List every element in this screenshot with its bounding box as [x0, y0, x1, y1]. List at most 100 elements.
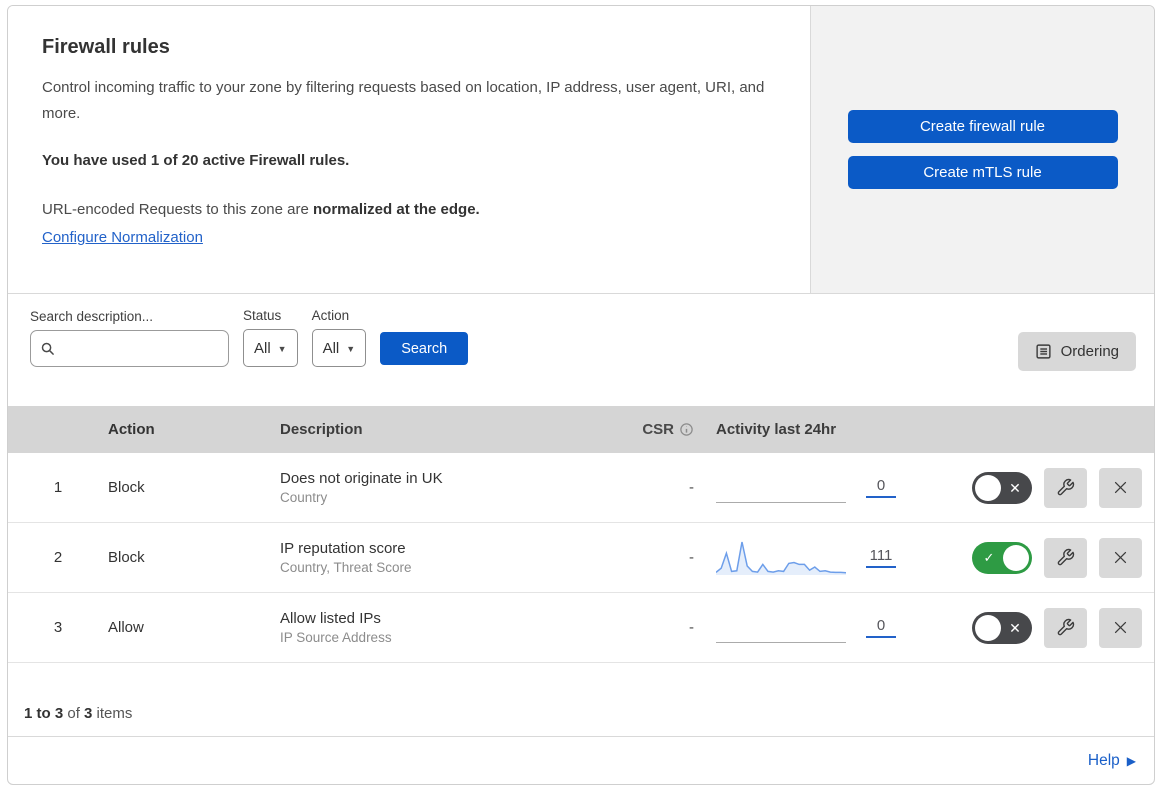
info-icon[interactable]: [679, 422, 694, 437]
wrench-icon: [1056, 478, 1075, 497]
rule-action: Allow: [108, 619, 144, 636]
page-description: Control incoming traffic to your zone by…: [42, 79, 765, 123]
table-header-row: Action Description CSR Activity last 24h…: [8, 406, 1154, 453]
header-section: Firewall rules Control incoming traffic …: [8, 6, 1154, 294]
status-dropdown[interactable]: All ▼: [243, 329, 298, 367]
rule-csr: -: [689, 549, 694, 566]
help-link[interactable]: Help ▶: [1088, 752, 1136, 770]
search-button[interactable]: Search: [380, 332, 469, 365]
action-dropdown-value: All: [322, 339, 340, 357]
activity-sparkline: [716, 539, 846, 577]
search-icon: [40, 341, 55, 356]
toggle-knob: [975, 474, 1001, 501]
toggle-knob: [1003, 544, 1029, 571]
header-activity: Activity last 24hr: [716, 421, 837, 438]
activity-sparkline: [716, 469, 846, 507]
usage-summary: You have used 1 of 20 active Firewall ru…: [42, 151, 350, 169]
x-icon: ✕: [1009, 619, 1021, 636]
configure-normalization-link[interactable]: Configure Normalization: [42, 229, 203, 246]
filter-bar: Search description... Status All ▼ Actio…: [8, 294, 1154, 406]
wrench-icon: [1056, 548, 1075, 567]
page-title: Firewall rules: [42, 36, 170, 58]
help-bar: Help ▶: [8, 736, 1154, 784]
status-filter-group: Status All ▼: [243, 308, 298, 367]
rule-controls: ✓✕: [954, 607, 1154, 648]
items-count-of: of: [63, 705, 85, 722]
activity-count-link[interactable]: 0: [866, 477, 896, 498]
activity-sparkline: [716, 609, 846, 647]
ordering-button[interactable]: Ordering: [1017, 332, 1136, 371]
rule-controls: ✓✕: [954, 467, 1154, 508]
firewall-rules-card: Firewall rules Control incoming traffic …: [7, 5, 1155, 785]
search-box: [30, 330, 229, 367]
edit-rule-button[interactable]: [1044, 607, 1087, 648]
toggle-knob: [975, 614, 1001, 641]
create-mtls-rule-button[interactable]: Create mTLS rule: [847, 156, 1118, 189]
header-text-panel: Firewall rules Control incoming traffic …: [8, 6, 810, 293]
items-count-suffix: items: [92, 705, 133, 722]
table-row: 2 Block IP reputation score Country, Thr…: [8, 523, 1154, 593]
rule-activity-cell: 0: [694, 469, 954, 507]
edit-rule-button[interactable]: [1044, 467, 1087, 508]
activity-count-link[interactable]: 0: [866, 617, 896, 638]
rule-criteria: IP Source Address: [280, 630, 392, 645]
actions-panel: Create firewall rule Create mTLS rule: [810, 6, 1154, 293]
rule-csr: -: [689, 619, 694, 636]
table-row: 3 Allow Allow listed IPs IP Source Addre…: [8, 593, 1154, 663]
rule-action: Block: [108, 479, 145, 496]
items-count: 1 to 3 of 3 items: [8, 663, 1154, 736]
close-icon: [1112, 549, 1129, 566]
rule-criteria: Country, Threat Score: [280, 560, 412, 575]
normalization-prefix: URL-encoded Requests to this zone are: [42, 200, 313, 218]
items-count-range: 1 to 3: [24, 705, 64, 722]
status-label: Status: [243, 308, 282, 323]
rule-description: Does not originate in UK: [280, 470, 443, 487]
delete-rule-button[interactable]: [1099, 607, 1142, 648]
close-icon: [1112, 479, 1129, 496]
filter-controls: Search description... Status All ▼ Actio…: [30, 308, 469, 367]
rule-action: Block: [108, 549, 145, 566]
delete-rule-button[interactable]: [1099, 467, 1142, 508]
search-label: Search description...: [30, 309, 154, 324]
action-dropdown[interactable]: All ▼: [311, 329, 367, 367]
rule-activity-cell: 0: [694, 609, 954, 647]
rule-enable-toggle[interactable]: ✓✕: [972, 471, 1032, 504]
search-input[interactable]: [61, 340, 219, 357]
rule-index: 2: [53, 549, 63, 566]
rule-description-cell: Allow listed IPs IP Source Address: [280, 610, 634, 645]
close-icon: [1112, 619, 1129, 636]
help-link-label: Help: [1087, 751, 1120, 769]
rule-enable-toggle[interactable]: ✓✕: [972, 541, 1032, 574]
ordering-button-label: Ordering: [1060, 343, 1119, 360]
rules-table: Action Description CSR Activity last 24h…: [8, 406, 1154, 663]
rule-controls: ✓✕: [954, 537, 1154, 578]
wrench-icon: [1056, 618, 1075, 637]
rule-description: Allow listed IPs: [280, 610, 381, 627]
rule-criteria: Country: [280, 490, 328, 505]
header-description: Description: [280, 421, 363, 438]
table-row: 1 Block Does not originate in UK Country…: [8, 453, 1154, 523]
chevron-down-icon: ▼: [277, 344, 287, 354]
normalization-bold: normalized at the edge.: [313, 200, 480, 218]
action-filter-group: Action All ▼: [311, 308, 367, 367]
action-label: Action: [311, 308, 350, 323]
ordering-icon: [1035, 343, 1052, 360]
header-csr-label: CSR: [642, 421, 674, 438]
delete-rule-button[interactable]: [1099, 537, 1142, 578]
normalization-note: URL-encoded Requests to this zone are no…: [42, 197, 770, 223]
rule-description-cell: IP reputation score Country, Threat Scor…: [280, 540, 634, 575]
rule-enable-toggle[interactable]: ✓✕: [972, 611, 1032, 644]
edit-rule-button[interactable]: [1044, 537, 1087, 578]
activity-count-link[interactable]: 111: [866, 547, 896, 568]
filter-bar-right: Ordering: [1017, 308, 1136, 371]
search-group: Search description...: [30, 309, 229, 367]
rule-description-cell: Does not originate in UK Country: [280, 470, 634, 505]
status-dropdown-value: All: [254, 339, 271, 357]
rule-csr: -: [689, 479, 694, 496]
rule-activity-cell: 111: [694, 539, 954, 577]
create-firewall-rule-button[interactable]: Create firewall rule: [847, 110, 1118, 143]
chevron-down-icon: ▼: [346, 344, 356, 354]
check-icon: ✓: [983, 549, 995, 565]
x-icon: ✕: [1009, 479, 1021, 496]
rule-description: IP reputation score: [280, 540, 406, 557]
